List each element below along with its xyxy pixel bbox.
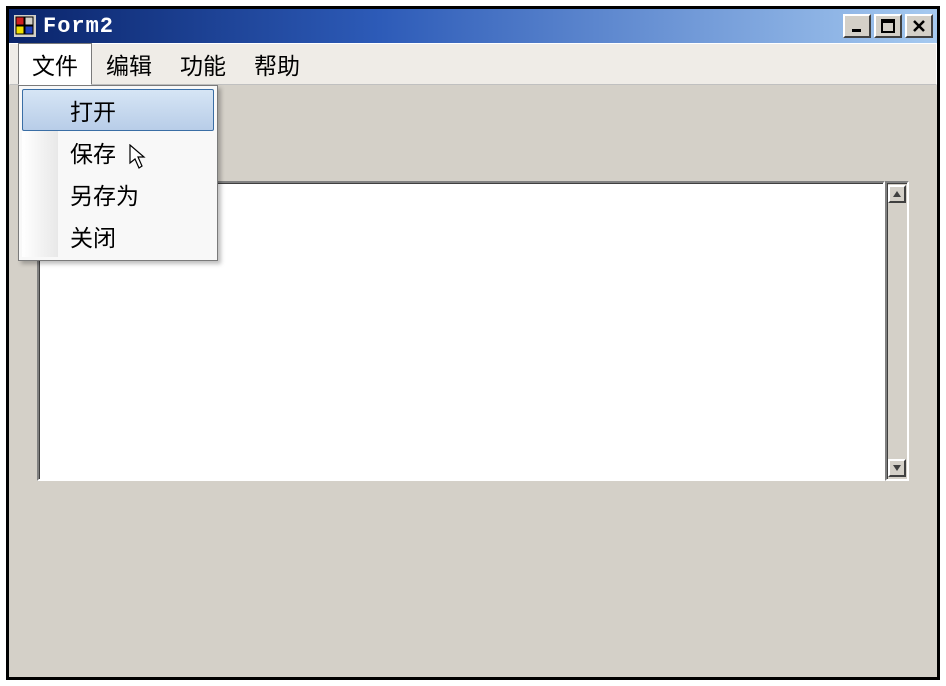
file-dropdown: 打开 保存 另存为 关闭 (18, 85, 218, 261)
menu-help[interactable]: 帮助 (240, 43, 314, 85)
menu-file[interactable]: 文件 (18, 43, 92, 85)
window-controls (843, 14, 933, 38)
window: Form2 文件 编辑 功能 帮助 打开 保存 另存 (6, 6, 940, 680)
maximize-button[interactable] (874, 14, 902, 38)
close-button[interactable] (905, 14, 933, 38)
dropdown-open-label: 打开 (70, 93, 116, 127)
menu-edit[interactable]: 编辑 (92, 43, 166, 85)
dropdown-save-label: 保存 (70, 135, 116, 169)
minimize-button[interactable] (843, 14, 871, 38)
titlebar[interactable]: Form2 (9, 9, 937, 43)
window-title: Form2 (43, 14, 843, 39)
vertical-scrollbar[interactable] (885, 181, 909, 481)
scroll-down-button[interactable] (888, 459, 906, 477)
dropdown-saveas-label: 另存为 (70, 177, 139, 211)
scroll-up-button[interactable] (888, 185, 906, 203)
dropdown-save[interactable]: 保存 (22, 131, 214, 173)
dropdown-open[interactable]: 打开 (22, 89, 214, 131)
dropdown-saveas[interactable]: 另存为 (22, 173, 214, 215)
menu-function[interactable]: 功能 (166, 43, 240, 85)
dropdown-close-label: 关闭 (70, 219, 116, 253)
dropdown-close[interactable]: 关闭 (22, 215, 214, 257)
app-icon (13, 14, 37, 38)
menubar: 文件 编辑 功能 帮助 打开 保存 另存为 关闭 (9, 43, 937, 85)
